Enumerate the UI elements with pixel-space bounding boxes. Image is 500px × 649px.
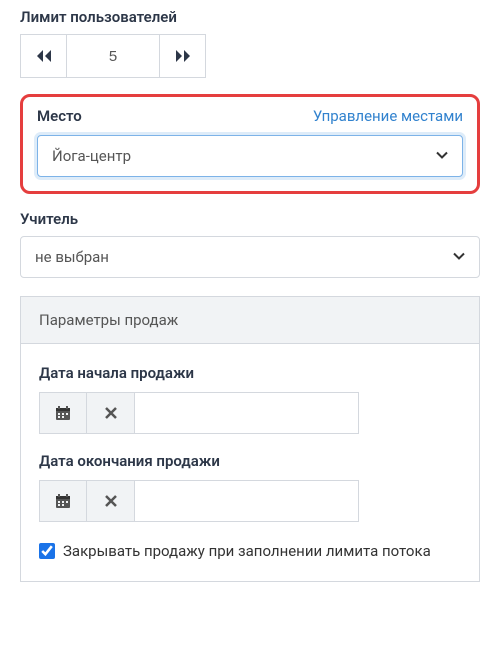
place-select-value: Йога-центр <box>52 147 131 165</box>
sales-panel-title: Параметры продаж <box>21 297 479 344</box>
close-on-limit-label: Закрывать продажу при заполнении лимита … <box>63 540 431 563</box>
teacher-select-value: не выбран <box>35 248 109 266</box>
sale-start-label: Дата начала продажи <box>39 364 461 382</box>
calendar-icon <box>55 493 71 509</box>
sales-panel-body: Дата начала продажи Дата окончания прода… <box>21 344 479 581</box>
clear-date-button[interactable] <box>87 392 135 434</box>
sales-parameters-panel: Параметры продаж Дата начала продажи Дат… <box>20 296 480 582</box>
calendar-icon <box>55 405 71 421</box>
place-select-wrap: Йога-центр <box>37 135 463 177</box>
sale-end-input-group <box>39 480 359 522</box>
manage-places-link[interactable]: Управление местами <box>313 107 463 125</box>
place-section: Место Управление местами Йога-центр <box>20 94 480 194</box>
sale-end-group: Дата окончания продажи <box>39 452 461 522</box>
user-limit-label: Лимит пользователей <box>20 8 480 26</box>
user-limit-group: Лимит пользователей <box>20 8 480 78</box>
user-limit-stepper <box>20 34 206 78</box>
place-select[interactable]: Йога-центр <box>37 135 463 177</box>
calendar-button[interactable] <box>39 392 87 434</box>
teacher-group: Учитель не выбран <box>20 210 480 278</box>
close-icon <box>105 407 117 419</box>
user-limit-input[interactable] <box>67 35 159 77</box>
sale-end-label: Дата окончания продажи <box>39 452 461 470</box>
sale-start-input[interactable] <box>135 392 359 434</box>
teacher-select[interactable]: не выбран <box>20 236 480 278</box>
teacher-select-wrap: не выбран <box>20 236 480 278</box>
sale-end-input[interactable] <box>135 480 359 522</box>
close-icon <box>105 495 117 507</box>
close-on-limit-row: Закрывать продажу при заполнении лимита … <box>39 540 461 563</box>
close-on-limit-checkbox[interactable] <box>39 543 55 559</box>
decrement-button[interactable] <box>21 35 67 77</box>
sale-start-group: Дата начала продажи <box>39 364 461 434</box>
double-chevron-right-icon <box>175 49 191 63</box>
place-header: Место Управление местами <box>37 107 463 125</box>
teacher-label: Учитель <box>20 210 480 228</box>
double-chevron-left-icon <box>36 49 52 63</box>
clear-date-button[interactable] <box>87 480 135 522</box>
calendar-button[interactable] <box>39 480 87 522</box>
sale-start-input-group <box>39 392 359 434</box>
place-label: Место <box>37 107 82 125</box>
increment-button[interactable] <box>159 35 205 77</box>
